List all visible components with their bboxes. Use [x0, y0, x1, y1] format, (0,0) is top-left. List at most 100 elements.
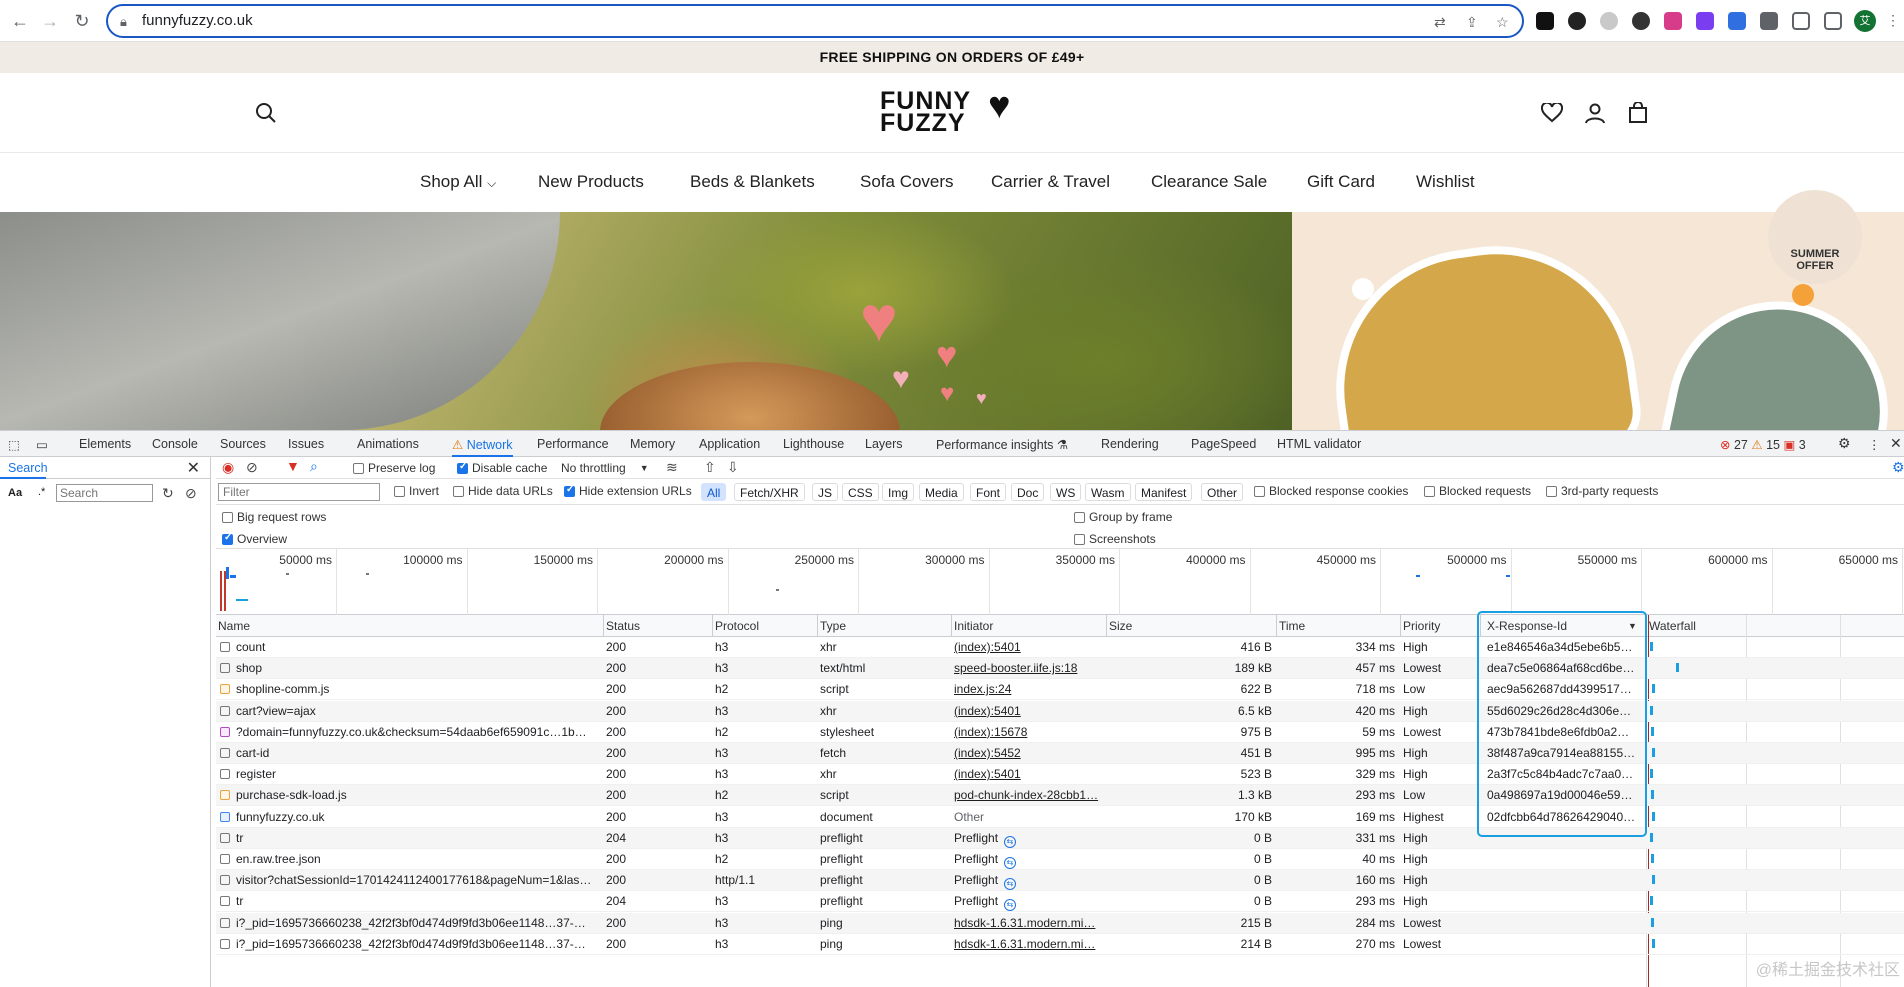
- filter-funnel-icon[interactable]: ▼: [286, 458, 300, 474]
- nav-beds-blankets[interactable]: Beds & Blankets: [690, 172, 815, 192]
- tab-performance-insights[interactable]: Performance insights ⚗: [936, 437, 1068, 452]
- column-initiator[interactable]: Initiator: [954, 619, 993, 633]
- extension-icon-4[interactable]: [1632, 12, 1650, 30]
- table-row[interactable]: purchase-sdk-load.js 200 h2 script pod-chunk…: [216, 785, 1904, 807]
- nav-new-products[interactable]: New Products: [538, 172, 644, 192]
- extension-icon-7[interactable]: [1728, 12, 1746, 30]
- extension-icon-3[interactable]: [1600, 12, 1618, 30]
- chip-other[interactable]: Other: [1201, 483, 1244, 501]
- table-row[interactable]: register 200 h3 xhr (index):5401 523 B 329 ms H…: [216, 764, 1904, 786]
- tab-memory[interactable]: Memory: [630, 437, 675, 451]
- extension-icon-5[interactable]: [1664, 12, 1682, 30]
- bookmark-star-icon[interactable]: ☆: [1496, 14, 1509, 31]
- search-drawer-title[interactable]: Search: [8, 461, 48, 475]
- tab-sources[interactable]: Sources: [220, 437, 266, 451]
- account-icon[interactable]: [1581, 99, 1609, 127]
- chip-font[interactable]: Font: [970, 483, 1007, 501]
- preflight-link-icon[interactable]: ⇆: [1004, 857, 1017, 869]
- table-row[interactable]: count 200 h3 xhr (index):5401 416 B 334 ms High…: [216, 637, 1904, 658]
- big-request-rows-checkbox[interactable]: Big request rows: [222, 510, 326, 524]
- reading-list-icon[interactable]: [1792, 12, 1810, 30]
- profile-avatar[interactable]: 艾: [1854, 10, 1876, 32]
- preflight-link-icon[interactable]: ⇆: [1004, 878, 1017, 891]
- column-type[interactable]: Type: [820, 619, 846, 633]
- device-toolbar-icon[interactable]: ▭: [36, 437, 48, 452]
- nav-gift-card[interactable]: Gift Card: [1307, 172, 1375, 192]
- forward-icon[interactable]: →: [38, 9, 62, 33]
- cell-initiator[interactable]: (index):15678: [954, 725, 1102, 739]
- hero-banner[interactable]: ♥ ♥ ♥ ♥ ♥: [0, 212, 1904, 430]
- close-devtools-icon[interactable]: ✕: [1890, 435, 1902, 452]
- column-x-response-id[interactable]: X-Response-Id: [1487, 619, 1567, 633]
- tab-issues[interactable]: Issues: [288, 437, 324, 451]
- network-conditions-icon[interactable]: ≋: [666, 459, 678, 476]
- blocked-requests-checkbox[interactable]: Blocked requests: [1424, 484, 1531, 498]
- reload-icon[interactable]: ↻: [70, 9, 94, 33]
- table-row[interactable]: cart-id 200 h3 fetch (index):5452 451 B 995 ms…: [216, 743, 1904, 764]
- screenshots-checkbox[interactable]: Screenshots: [1074, 532, 1156, 546]
- clear-log-icon[interactable]: ⊘: [246, 459, 258, 476]
- extension-icon-6[interactable]: [1696, 12, 1714, 30]
- column-time[interactable]: Time: [1279, 619, 1305, 633]
- table-row[interactable]: visitor?chatSessionId=170142411240017761…: [216, 870, 1904, 892]
- tab-animations[interactable]: Animations: [357, 437, 419, 451]
- chip-media[interactable]: Media: [919, 483, 964, 501]
- cell-initiator[interactable]: pod-chunk-index-28cbb1…: [954, 788, 1102, 802]
- match-case-toggle[interactable]: Aa: [8, 487, 22, 499]
- kebab-menu-icon[interactable]: ⋮: [1886, 12, 1900, 29]
- wishlist-heart-icon[interactable]: [1538, 99, 1566, 127]
- blocked-response-cookies-checkbox[interactable]: Blocked response cookies: [1254, 484, 1408, 498]
- cell-initiator[interactable]: index.js:24: [954, 682, 1102, 696]
- extension-icon-1[interactable]: [1536, 12, 1554, 30]
- chip-wasm[interactable]: Wasm: [1085, 483, 1131, 501]
- lock-icon[interactable]: 🔒︎: [120, 14, 127, 30]
- chip-fetch-xhr[interactable]: Fetch/XHR: [734, 483, 805, 501]
- preserve-log-checkbox[interactable]: Preserve log: [353, 461, 435, 475]
- close-search-icon[interactable]: ✕: [187, 458, 200, 478]
- chip-ws[interactable]: WS: [1050, 483, 1082, 501]
- network-settings-icon[interactable]: ⚙: [1892, 459, 1904, 476]
- third-party-requests-checkbox[interactable]: 3rd-party requests: [1546, 484, 1658, 498]
- column-name[interactable]: Name: [218, 619, 250, 633]
- hide-data-urls-checkbox[interactable]: Hide data URLs: [453, 484, 553, 498]
- cell-initiator[interactable]: speed-booster.iife.js:18: [954, 661, 1102, 675]
- tab-rendering[interactable]: Rendering: [1101, 437, 1159, 451]
- table-row[interactable]: i?_pid=1695736660238_42f2f3bf0d474d9f9fd…: [216, 912, 1904, 934]
- table-row[interactable]: ?domain=funnyfuzzy.co.uk&checksum=54daab…: [216, 722, 1904, 743]
- tab-pagespeed[interactable]: PageSpeed: [1191, 437, 1256, 451]
- table-row[interactable]: cart?view=ajax 200 h3 xhr (index):5401 6.5 kB…: [216, 700, 1904, 722]
- settings-gear-icon[interactable]: ⚙: [1838, 435, 1851, 452]
- record-stop-icon[interactable]: ◉: [222, 459, 234, 476]
- column-size[interactable]: Size: [1109, 619, 1132, 633]
- side-panel-icon[interactable]: [1824, 12, 1842, 30]
- tab-elements[interactable]: Elements: [79, 437, 131, 451]
- tab-html-validator[interactable]: HTML validator: [1277, 437, 1361, 451]
- table-row[interactable]: shop 200 h3 text/html speed-booster.iife.js:…: [216, 658, 1904, 680]
- search-network-icon[interactable]: ⌕: [310, 458, 318, 475]
- refresh-search-icon[interactable]: ↻: [162, 485, 174, 502]
- table-row[interactable]: i?_pid=1695736660238_42f2f3bf0d474d9f9fd…: [216, 934, 1904, 955]
- table-row[interactable]: tr 204 h3 preflight Preflight ⇆ 0 B 293 ms High: [216, 891, 1904, 913]
- chip-doc[interactable]: Doc: [1011, 483, 1045, 501]
- inspect-element-icon[interactable]: ⬚: [8, 437, 20, 452]
- nav-clearance-sale[interactable]: Clearance Sale: [1151, 172, 1267, 192]
- invert-checkbox[interactable]: Invert: [394, 484, 439, 498]
- export-har-icon[interactable]: ⇩: [727, 459, 739, 476]
- column-waterfall[interactable]: Waterfall: [1649, 619, 1696, 633]
- search-input[interactable]: [56, 484, 153, 502]
- import-har-icon[interactable]: ⇧: [704, 459, 716, 476]
- preflight-link-icon[interactable]: ⇆: [1004, 835, 1017, 848]
- site-logo[interactable]: FUNNY FUZZY ♥: [880, 87, 1030, 137]
- console-counts[interactable]: ⊗ 27 ⚠ 15 ▣ 3: [1720, 437, 1806, 452]
- overview-checkbox[interactable]: Overview: [222, 532, 287, 546]
- tab-application[interactable]: Application: [699, 437, 760, 451]
- sort-descending-icon[interactable]: ▼: [1628, 621, 1637, 631]
- back-icon[interactable]: ←: [8, 9, 32, 33]
- address-bar[interactable]: 🔒︎ funnyfuzzy.co.uk ⇄ ⇪ ☆: [106, 4, 1524, 38]
- nav-wishlist[interactable]: Wishlist: [1416, 172, 1475, 192]
- column-status[interactable]: Status: [606, 619, 640, 633]
- cell-initiator[interactable]: (index):5401: [954, 767, 1102, 781]
- table-row[interactable]: shopline-comm.js 200 h2 script index.js:24 62…: [216, 679, 1904, 701]
- chip-img[interactable]: Img: [882, 483, 915, 501]
- extension-icon-2[interactable]: [1568, 12, 1586, 30]
